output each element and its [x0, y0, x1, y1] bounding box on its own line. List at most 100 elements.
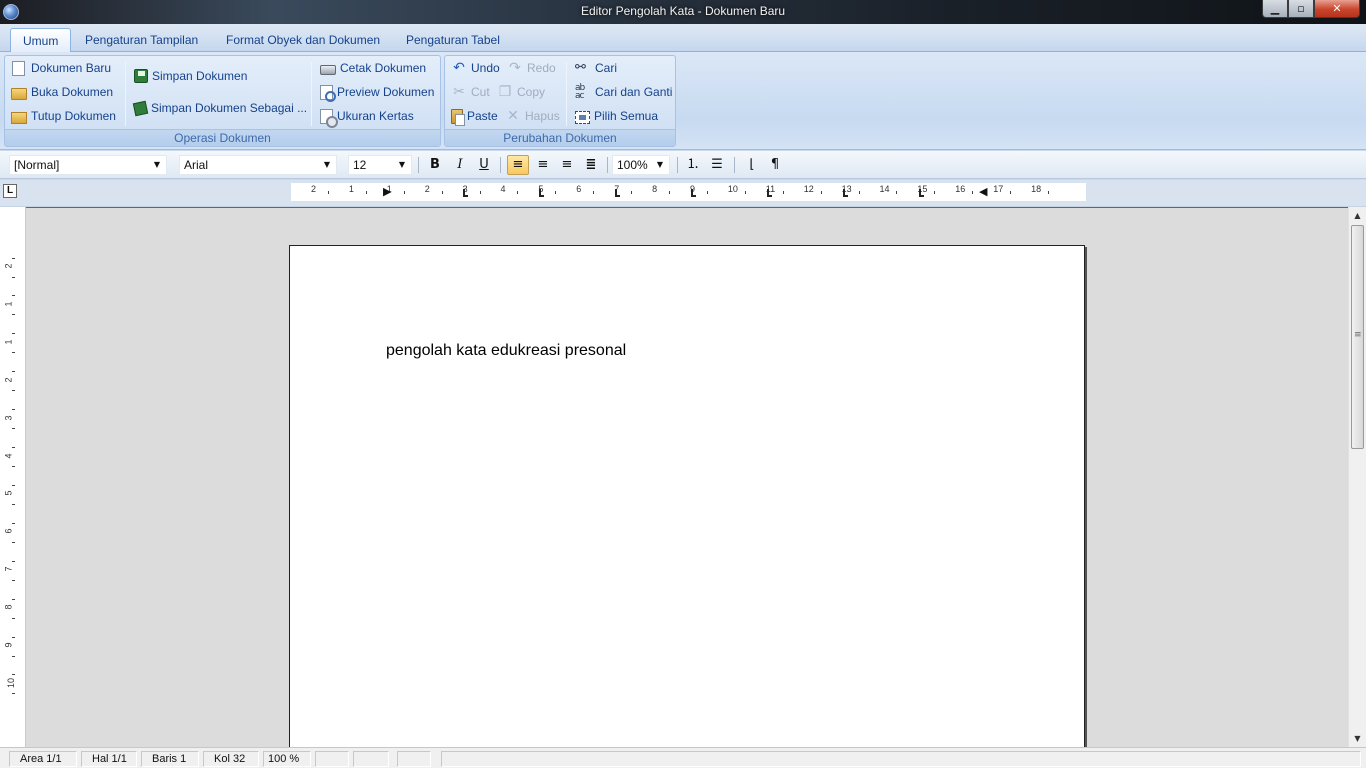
print-preview-icon	[320, 84, 336, 102]
left-indent-marker[interactable]: ▶	[383, 185, 391, 198]
ruler-tick	[744, 191, 746, 194]
ruler-tick	[12, 617, 15, 619]
bullet-list-button[interactable]: ☰	[706, 155, 728, 175]
dokumen-baru-button[interactable]: Dokumen Baru	[11, 58, 111, 78]
horizontal-ruler[interactable]: 2 1 1 2 3 4 5 6 7 8 9 10 11 12 13 14 15 16 17 18 ▶ ◀	[291, 183, 1086, 201]
scroll-up-arrow-icon[interactable]: ▲	[1349, 207, 1366, 224]
font-size-select[interactable]: 12 ▼	[348, 155, 412, 175]
right-indent-marker[interactable]: ◀	[979, 185, 987, 198]
document-text[interactable]: pengolah kata edukreasi presonal	[386, 342, 626, 360]
tab-pengaturan-tabel[interactable]: Pengaturan Tabel	[394, 28, 512, 52]
simpan-sebagai-button[interactable]: Simpan Dokumen Sebagai ...	[132, 98, 308, 118]
align-right-button[interactable]: ≡	[532, 155, 554, 175]
simpan-dokumen-button[interactable]: Simpan Dokumen	[134, 66, 247, 86]
chevron-down-icon[interactable]: ▼	[320, 158, 334, 172]
chevron-down-icon[interactable]: ▼	[395, 158, 409, 172]
tutup-dokumen-button[interactable]: Tutup Dokumen	[11, 106, 116, 126]
dokumen-baru-label: Dokumen Baru	[31, 61, 112, 75]
redo-button[interactable]: ↷ Redo	[507, 58, 556, 78]
align-right-icon: ≡	[537, 157, 549, 172]
tab-stop-marker[interactable]	[615, 189, 620, 197]
ukuran-kertas-button[interactable]: Ukuran Kertas	[320, 106, 414, 128]
tab-stop-marker[interactable]	[919, 189, 924, 197]
close-button[interactable]: ✕	[1314, 0, 1360, 18]
preview-dokumen-button[interactable]: Preview Dokumen	[320, 82, 434, 102]
tab-stop-marker[interactable]	[843, 189, 848, 197]
cetak-dokumen-label: Cetak Dokumen	[340, 61, 427, 75]
undo-icon: ↶	[453, 60, 465, 76]
tab-stop-marker[interactable]	[539, 189, 544, 197]
ruler-tick	[706, 191, 708, 194]
window-title: Editor Pengolah Kata - Dokumen Baru	[580, 4, 786, 18]
vertical-ruler[interactable]: 2 1 1 2 3 4 5 6 7 8 9 10	[0, 207, 26, 747]
underline-button[interactable]: U	[473, 155, 495, 175]
hapus-button[interactable]: ✕ Hapus	[505, 106, 560, 126]
ruler-number: 12	[803, 184, 814, 194]
ruler-tick	[934, 191, 936, 194]
numbered-list-button[interactable]: ⒈	[682, 155, 704, 175]
style-select[interactable]: [Normal] ▼	[9, 155, 167, 175]
document-page[interactable]: pengolah kata edukreasi presonal	[289, 245, 1085, 747]
ruler-tick	[12, 674, 15, 676]
insert-table-button[interactable]: ⌊	[741, 155, 763, 175]
find-replace-icon: ab ac	[575, 83, 585, 101]
cetak-dokumen-button[interactable]: Cetak Dokumen	[320, 58, 426, 78]
ruler-tick	[12, 560, 15, 562]
simpan-dokumen-label: Simpan Dokumen	[152, 69, 248, 83]
tab-format-obyek-dokumen[interactable]: Format Obyek dan Dokumen	[214, 28, 392, 52]
ruler-tick	[631, 191, 633, 194]
italic-button[interactable]: I	[449, 155, 471, 175]
ruler-tick	[12, 428, 15, 430]
align-justify-icon: ≣	[585, 157, 597, 172]
buka-dokumen-button[interactable]: Buka Dokumen	[11, 82, 113, 102]
tab-stop-marker[interactable]	[767, 189, 772, 197]
font-size-value: 12	[353, 158, 367, 172]
pilih-semua-label: Pilih Semua	[594, 109, 659, 123]
minimize-button[interactable]: ▁	[1262, 0, 1288, 18]
copy-button[interactable]: ❐ Copy	[497, 82, 545, 102]
scroll-down-arrow-icon[interactable]: ▼	[1349, 730, 1366, 747]
tab-umum[interactable]: Umum	[10, 28, 72, 52]
cari-button[interactable]: ⚯ Cari	[575, 58, 617, 78]
bullet-list-icon: ☰	[711, 157, 723, 172]
ruler-tick	[12, 333, 15, 335]
group-operasi-dokumen: Dokumen Baru Buka Dokumen Tutup Dokumen …	[4, 55, 441, 147]
cari-ganti-button[interactable]: ab ac Cari dan Ganti	[575, 82, 672, 102]
status-area: Area 1/1	[9, 751, 77, 767]
scroll-thumb[interactable]	[1351, 225, 1364, 449]
chevron-down-icon[interactable]: ▼	[653, 158, 667, 172]
paste-label: Paste	[467, 109, 498, 123]
status-cell-empty	[441, 751, 1361, 767]
chevron-down-icon[interactable]: ▼	[150, 158, 164, 172]
align-justify-button[interactable]: ≣	[580, 155, 602, 175]
ruler-tick	[12, 522, 15, 524]
bold-button[interactable]: B	[424, 155, 446, 175]
tab-pengaturan-tampilan[interactable]: Pengaturan Tampilan	[73, 28, 210, 52]
vertical-scrollbar[interactable]: ▲ ▼	[1348, 207, 1366, 747]
ruler-tick	[820, 191, 822, 194]
document-area[interactable]: pengolah kata edukreasi presonal	[26, 207, 1348, 747]
undo-button[interactable]: ↶ Undo	[451, 58, 500, 78]
ruler-number: 2	[424, 184, 430, 194]
show-formatting-button[interactable]: ¶	[764, 155, 786, 175]
tab-stop-marker[interactable]	[463, 189, 468, 197]
ruler-tick	[12, 371, 15, 373]
title-bar: Editor Pengolah Kata - Dokumen Baru ▁ ▫ …	[0, 0, 1366, 24]
font-select[interactable]: Arial ▼	[179, 155, 337, 175]
maximize-button[interactable]: ▫	[1288, 0, 1314, 18]
align-left-icon: ≡	[512, 157, 524, 172]
zoom-select[interactable]: 100% ▼	[612, 155, 670, 175]
tab-stop-selector[interactable]: L	[3, 184, 17, 198]
zoom-value: 100%	[617, 158, 648, 172]
paste-button[interactable]: Paste	[451, 106, 498, 126]
align-center-button[interactable]: ≡	[556, 155, 578, 175]
align-left-button[interactable]: ≡	[507, 155, 529, 175]
simpan-sebagai-label: Simpan Dokumen Sebagai ...	[151, 101, 308, 115]
ruler-tick	[12, 636, 15, 638]
ruler-tick	[12, 503, 15, 505]
tab-stop-marker[interactable]	[691, 189, 696, 197]
status-zoom: 100 %	[263, 751, 311, 767]
ruler-tick	[517, 191, 519, 194]
cut-button[interactable]: ✂ Cut	[451, 82, 490, 102]
pilih-semua-button[interactable]: Pilih Semua	[575, 106, 658, 126]
